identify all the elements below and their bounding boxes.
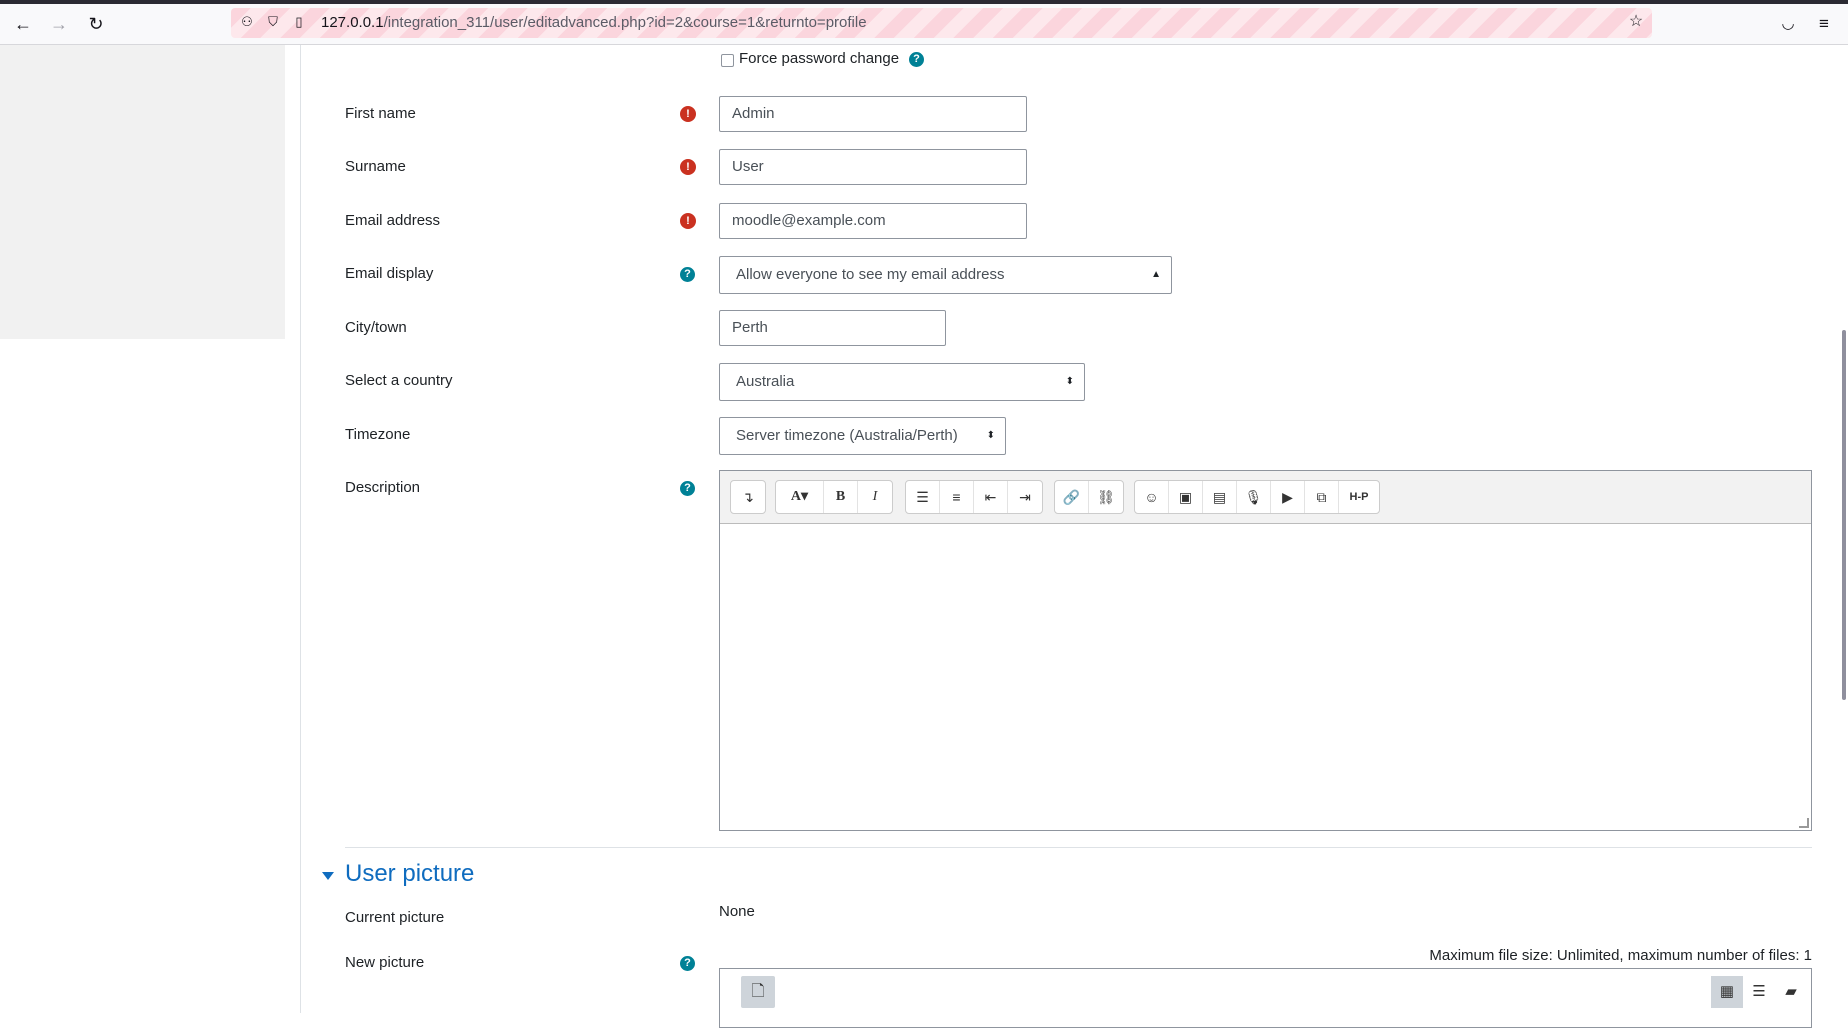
outdent-icon[interactable]: ⇤ <box>974 481 1008 513</box>
microphone-icon[interactable]: 🎙 <box>1237 481 1271 513</box>
forward-icon[interactable]: → <box>47 12 71 36</box>
help-icon[interactable]: ? <box>680 267 695 282</box>
timezone-value: Server timezone (Australia/Perth) <box>736 427 958 444</box>
select-arrows-icon: ⬍ <box>986 430 995 441</box>
shield-icon[interactable]: ⛉ <box>263 12 283 32</box>
resize-handle-icon[interactable] <box>1799 818 1809 828</box>
page-icon: ▯ <box>295 14 303 29</box>
url-text[interactable]: 127.0.0.1/integration_311/user/editadvan… <box>321 14 867 31</box>
collapse-caret-icon[interactable] <box>322 872 334 880</box>
select-arrows-icon: ▲ <box>1151 269 1161 280</box>
user-picture-heading[interactable]: User picture <box>345 860 474 888</box>
required-icon: ! <box>680 159 696 175</box>
email-display-label: Email display <box>345 265 434 282</box>
toolbar-group-collapse: ↴ <box>730 480 766 514</box>
view-toggle-group: ▦ ☰ ▰ <box>1711 976 1807 1008</box>
font-style-icon[interactable]: A▾ <box>776 481 824 513</box>
force-password-change-label: Force password change <box>739 50 900 67</box>
help-icon[interactable]: ? <box>680 481 695 496</box>
media-icon[interactable]: ▤ <box>1203 481 1237 513</box>
current-picture-label: Current picture <box>345 909 445 926</box>
grid-view-icon[interactable]: ▦ <box>1711 976 1743 1008</box>
browser-toolbar: ← → ↻ ⚇ ⛉ ▯ 127.0.0.1/integration_311/us… <box>0 4 1848 45</box>
city-input[interactable]: Perth <box>719 310 946 346</box>
help-icon[interactable]: ? <box>680 956 695 971</box>
scrollbar-thumb[interactable] <box>1842 330 1846 700</box>
emoji-icon[interactable]: ☺ <box>1135 481 1169 513</box>
pocket-icon[interactable]: ◡ <box>1776 12 1800 36</box>
country-label: Select a country <box>345 372 453 389</box>
email-input[interactable]: moodle@example.com <box>719 203 1027 239</box>
indent-icon[interactable]: ⇥ <box>1008 481 1042 513</box>
numbered-list-icon[interactable]: ≡ <box>940 481 974 513</box>
reload-icon[interactable]: ↻ <box>84 12 108 36</box>
toolbar-group-style: A▾ B I <box>775 480 893 514</box>
list-view-icon[interactable]: ☰ <box>1743 976 1775 1008</box>
h5p-icon[interactable]: H-P <box>1339 481 1379 513</box>
bookmark-star-icon[interactable]: ☆ <box>1626 12 1646 32</box>
description-editor[interactable]: ↴ A▾ B I ☰ ≡ ⇤ ⇥ 🔗 ⛓ ☺ ▣ ▤ 🎙 ▶ ⧉ H-P <box>719 470 1812 831</box>
first-name-input[interactable]: Admin <box>719 96 1027 132</box>
bold-icon[interactable]: B <box>824 481 858 513</box>
file-limit-info: Maximum file size: Unlimited, maximum nu… <box>1429 947 1812 964</box>
add-file-icon[interactable]: 🗋 <box>741 976 775 1008</box>
email-display-select[interactable]: Allow everyone to see my email address ▲ <box>719 256 1172 294</box>
first-name-label: First name <box>345 105 416 122</box>
description-label: Description <box>345 479 421 496</box>
folder-view-icon[interactable]: ▰ <box>1775 976 1807 1008</box>
country-value: Australia <box>736 373 795 390</box>
image-icon[interactable]: ▣ <box>1169 481 1203 513</box>
editor-toolbar: ↴ A▾ B I ☰ ≡ ⇤ ⇥ 🔗 ⛓ ☺ ▣ ▤ 🎙 ▶ ⧉ H-P <box>720 471 1811 524</box>
section-divider <box>345 847 1812 848</box>
url-bar[interactable]: ⚇ ⛉ ▯ 127.0.0.1/integration_311/user/edi… <box>231 8 1652 38</box>
timezone-select[interactable]: Server timezone (Australia/Perth) ⬍ <box>719 417 1006 455</box>
toolbar-group-insert: ☺ ▣ ▤ 🎙 ▶ ⧉ H-P <box>1134 480 1380 514</box>
required-icon: ! <box>680 213 696 229</box>
email-display-value: Allow everyone to see my email address <box>736 266 1005 283</box>
content-border-left <box>300 45 301 1013</box>
file-picker[interactable]: 🗋 ▦ ☰ ▰ <box>719 968 1812 1028</box>
video-camera-icon[interactable]: ▶ <box>1271 481 1305 513</box>
force-password-change-checkbox[interactable] <box>721 54 734 67</box>
toolbar-group-links: 🔗 ⛓ <box>1054 480 1124 514</box>
left-drawer <box>0 45 285 339</box>
country-select[interactable]: Australia ⬍ <box>719 363 1085 401</box>
tracking-icon[interactable]: ⚇ <box>237 12 257 32</box>
surname-input[interactable]: User <box>719 149 1027 185</box>
collapse-toolbar-icon[interactable]: ↴ <box>731 481 765 513</box>
new-picture-label: New picture <box>345 954 425 971</box>
unlink-icon[interactable]: ⛓ <box>1089 481 1123 513</box>
toolbar-group-lists: ☰ ≡ ⇤ ⇥ <box>905 480 1043 514</box>
timezone-label: Timezone <box>345 426 411 443</box>
help-icon[interactable]: ? <box>909 52 924 67</box>
email-label: Email address <box>345 212 441 229</box>
italic-icon[interactable]: I <box>858 481 892 513</box>
required-icon: ! <box>680 106 696 122</box>
city-label: City/town <box>345 319 407 336</box>
current-picture-value: None <box>719 903 755 920</box>
link-icon[interactable]: 🔗 <box>1055 481 1089 513</box>
menu-icon[interactable]: ≡ <box>1812 12 1836 36</box>
surname-label: Surname <box>345 158 406 175</box>
manage-files-icon[interactable]: ⧉ <box>1305 481 1339 513</box>
select-arrows-icon: ⬍ <box>1065 376 1074 387</box>
back-icon[interactable]: ← <box>11 12 35 36</box>
bullet-list-icon[interactable]: ☰ <box>906 481 940 513</box>
